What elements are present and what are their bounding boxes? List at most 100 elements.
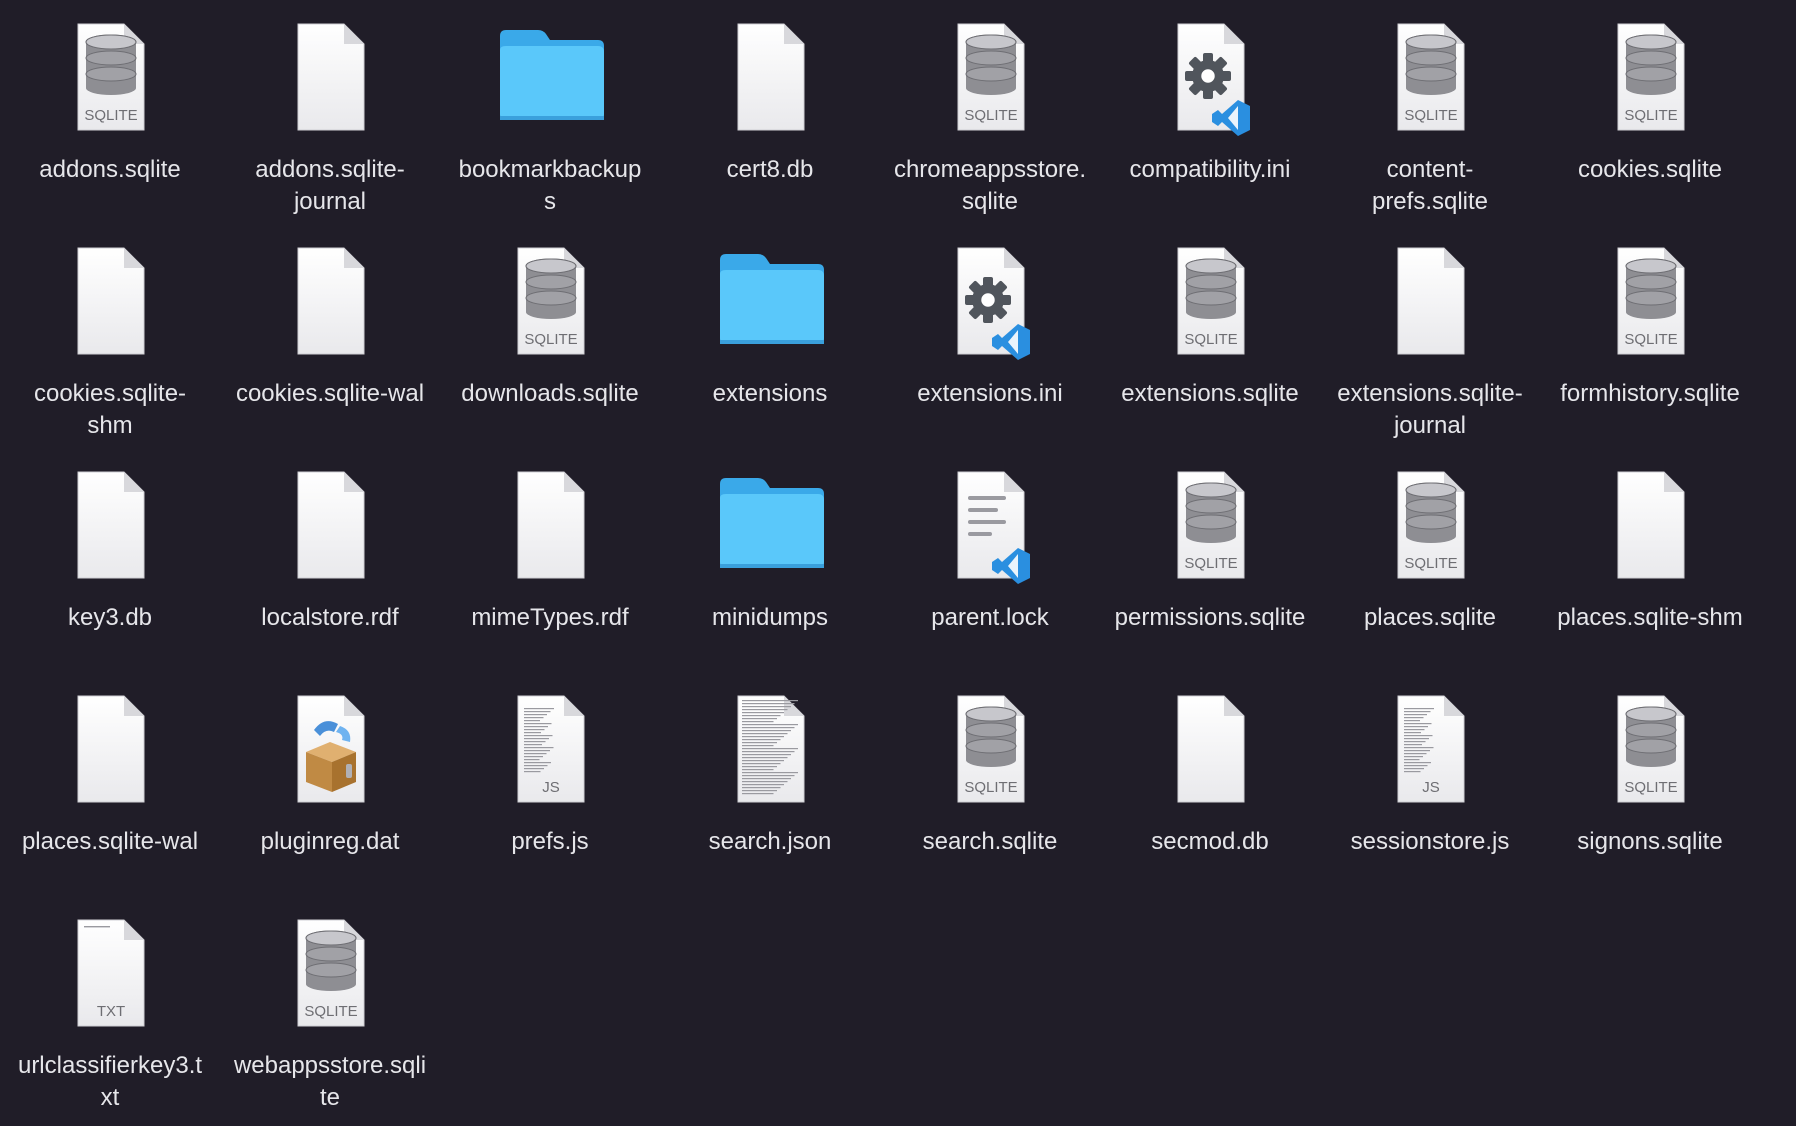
file-name-label: addons.sqlite- journal bbox=[255, 156, 405, 215]
file-name-label: extensions.ini bbox=[917, 380, 1063, 407]
file-type-badge: SQLITE bbox=[964, 779, 1017, 796]
file-type-badge: SQLITE bbox=[1404, 107, 1457, 124]
file-item[interactable]: SQLITE chromeappsstore. sqlite bbox=[880, 0, 1100, 224]
file-item[interactable]: places.sqlite-wal bbox=[0, 672, 220, 896]
file-name-label: permissions.sqlite bbox=[1114, 604, 1306, 631]
file-item[interactable]: places.sqlite-shm bbox=[1540, 448, 1760, 672]
file-name-label: parent.lock bbox=[931, 604, 1049, 631]
file-name-label: sessionstore.js bbox=[1350, 828, 1510, 855]
file-item[interactable]: cookies.sqlite- shm bbox=[0, 224, 220, 448]
sqlite-database-icon: SQLITE bbox=[1148, 238, 1272, 364]
file-item[interactable]: SQLITE cookies.sqlite bbox=[1540, 0, 1760, 224]
file-item[interactable]: SQLITE permissions.sqlite bbox=[1100, 448, 1320, 672]
file-name-label: secmod.db bbox=[1151, 828, 1269, 855]
file-item[interactable]: addons.sqlite- journal bbox=[220, 0, 440, 224]
file-name-label: webappsstore.sqli te bbox=[233, 1052, 427, 1111]
file-name-label: places.sqlite-wal bbox=[21, 828, 199, 855]
file-name-label: bookmarkbackup s bbox=[458, 156, 642, 215]
file-item[interactable]: JS prefs.js bbox=[440, 672, 660, 896]
file-name-label: chromeappsstore. sqlite bbox=[893, 156, 1087, 215]
sqlite-database-icon: SQLITE bbox=[1368, 14, 1492, 140]
file-type-badge: SQLITE bbox=[1624, 107, 1677, 124]
file-item[interactable]: search.json bbox=[660, 672, 880, 896]
text-preview-document-icon bbox=[708, 686, 832, 812]
vscode-settings-document-icon bbox=[928, 238, 1052, 364]
sqlite-database-icon: SQLITE bbox=[488, 238, 612, 364]
file-item[interactable]: SQLITE content- prefs.sqlite bbox=[1320, 0, 1540, 224]
file-name-label: extensions bbox=[712, 380, 828, 407]
file-name-label: addons.sqlite bbox=[39, 156, 181, 183]
file-name-label: mimeTypes.rdf bbox=[471, 604, 629, 631]
file-item[interactable]: TXT urlclassifierkey3.t xt bbox=[0, 896, 220, 1120]
folder-icon bbox=[488, 14, 612, 140]
installer-package-icon bbox=[268, 686, 392, 812]
file-type-badge: SQLITE bbox=[524, 331, 577, 348]
file-type-badge: JS bbox=[542, 779, 560, 796]
sqlite-database-icon: SQLITE bbox=[928, 686, 1052, 812]
file-item[interactable]: SQLITE search.sqlite bbox=[880, 672, 1100, 896]
file-name-label: content- prefs.sqlite bbox=[1371, 156, 1489, 215]
file-item[interactable]: SQLITE addons.sqlite bbox=[0, 0, 220, 224]
sqlite-database-icon: SQLITE bbox=[48, 14, 172, 140]
file-type-badge: TXT bbox=[97, 1003, 125, 1020]
file-item[interactable]: SQLITE signons.sqlite bbox=[1540, 672, 1760, 896]
file-name-label: places.sqlite-shm bbox=[1557, 604, 1743, 631]
vscode-settings-document-icon bbox=[1148, 14, 1272, 140]
file-item[interactable]: SQLITE formhistory.sqlite bbox=[1540, 224, 1760, 448]
file-name-label: cookies.sqlite- shm bbox=[33, 380, 187, 439]
file-name-label: search.json bbox=[708, 828, 832, 855]
file-item[interactable]: pluginreg.dat bbox=[220, 672, 440, 896]
file-name-label: urlclassifierkey3.t xt bbox=[17, 1052, 203, 1111]
blank-document-icon bbox=[1148, 686, 1272, 812]
sqlite-database-icon: SQLITE bbox=[1588, 14, 1712, 140]
file-item[interactable]: cert8.db bbox=[660, 0, 880, 224]
file-name-label: places.sqlite bbox=[1363, 604, 1497, 631]
sqlite-database-icon: SQLITE bbox=[1588, 686, 1712, 812]
file-name-label: pluginreg.dat bbox=[260, 828, 400, 855]
blank-document-icon bbox=[488, 462, 612, 588]
file-item[interactable]: secmod.db bbox=[1100, 672, 1320, 896]
folder-icon bbox=[708, 238, 832, 364]
file-item[interactable]: JS sessionstore.js bbox=[1320, 672, 1540, 896]
file-name-label: cookies.sqlite-wal bbox=[235, 380, 425, 407]
sqlite-database-icon: SQLITE bbox=[1368, 462, 1492, 588]
file-item[interactable]: extensions.ini bbox=[880, 224, 1100, 448]
txt-document-icon: TXT bbox=[48, 910, 172, 1036]
blank-document-icon bbox=[1368, 238, 1492, 364]
file-item[interactable]: SQLITE extensions.sqlite bbox=[1100, 224, 1320, 448]
vscode-text-document-icon bbox=[928, 462, 1052, 588]
file-item[interactable]: parent.lock bbox=[880, 448, 1100, 672]
file-name-label: cert8.db bbox=[726, 156, 814, 183]
blank-document-icon bbox=[268, 238, 392, 364]
file-item[interactable]: compatibility.ini bbox=[1100, 0, 1320, 224]
blank-document-icon bbox=[1588, 462, 1712, 588]
file-type-badge: SQLITE bbox=[1184, 555, 1237, 572]
file-item[interactable]: extensions bbox=[660, 224, 880, 448]
file-type-badge: SQLITE bbox=[84, 107, 137, 124]
file-item[interactable]: bookmarkbackup s bbox=[440, 0, 660, 224]
file-item[interactable]: localstore.rdf bbox=[220, 448, 440, 672]
folder-icon bbox=[708, 462, 832, 588]
file-item[interactable]: extensions.sqlite- journal bbox=[1320, 224, 1540, 448]
blank-document-icon bbox=[48, 462, 172, 588]
file-item[interactable]: cookies.sqlite-wal bbox=[220, 224, 440, 448]
file-name-label: minidumps bbox=[711, 604, 829, 631]
file-name-label: extensions.sqlite- journal bbox=[1337, 380, 1523, 439]
file-type-badge: SQLITE bbox=[1624, 779, 1677, 796]
blank-document-icon bbox=[48, 238, 172, 364]
blank-document-icon bbox=[708, 14, 832, 140]
file-name-label: formhistory.sqlite bbox=[1560, 380, 1740, 407]
file-item[interactable]: mimeTypes.rdf bbox=[440, 448, 660, 672]
file-type-badge: JS bbox=[1422, 779, 1440, 796]
sqlite-database-icon: SQLITE bbox=[1588, 238, 1712, 364]
js-document-icon: JS bbox=[488, 686, 612, 812]
file-name-label: key3.db bbox=[67, 604, 153, 631]
sqlite-database-icon: SQLITE bbox=[268, 910, 392, 1036]
js-document-icon: JS bbox=[1368, 686, 1492, 812]
file-item[interactable]: SQLITE places.sqlite bbox=[1320, 448, 1540, 672]
file-type-badge: SQLITE bbox=[964, 107, 1017, 124]
file-item[interactable]: minidumps bbox=[660, 448, 880, 672]
file-item[interactable]: SQLITE downloads.sqlite bbox=[440, 224, 660, 448]
file-item[interactable]: SQLITE webappsstore.sqli te bbox=[220, 896, 440, 1120]
file-item[interactable]: key3.db bbox=[0, 448, 220, 672]
